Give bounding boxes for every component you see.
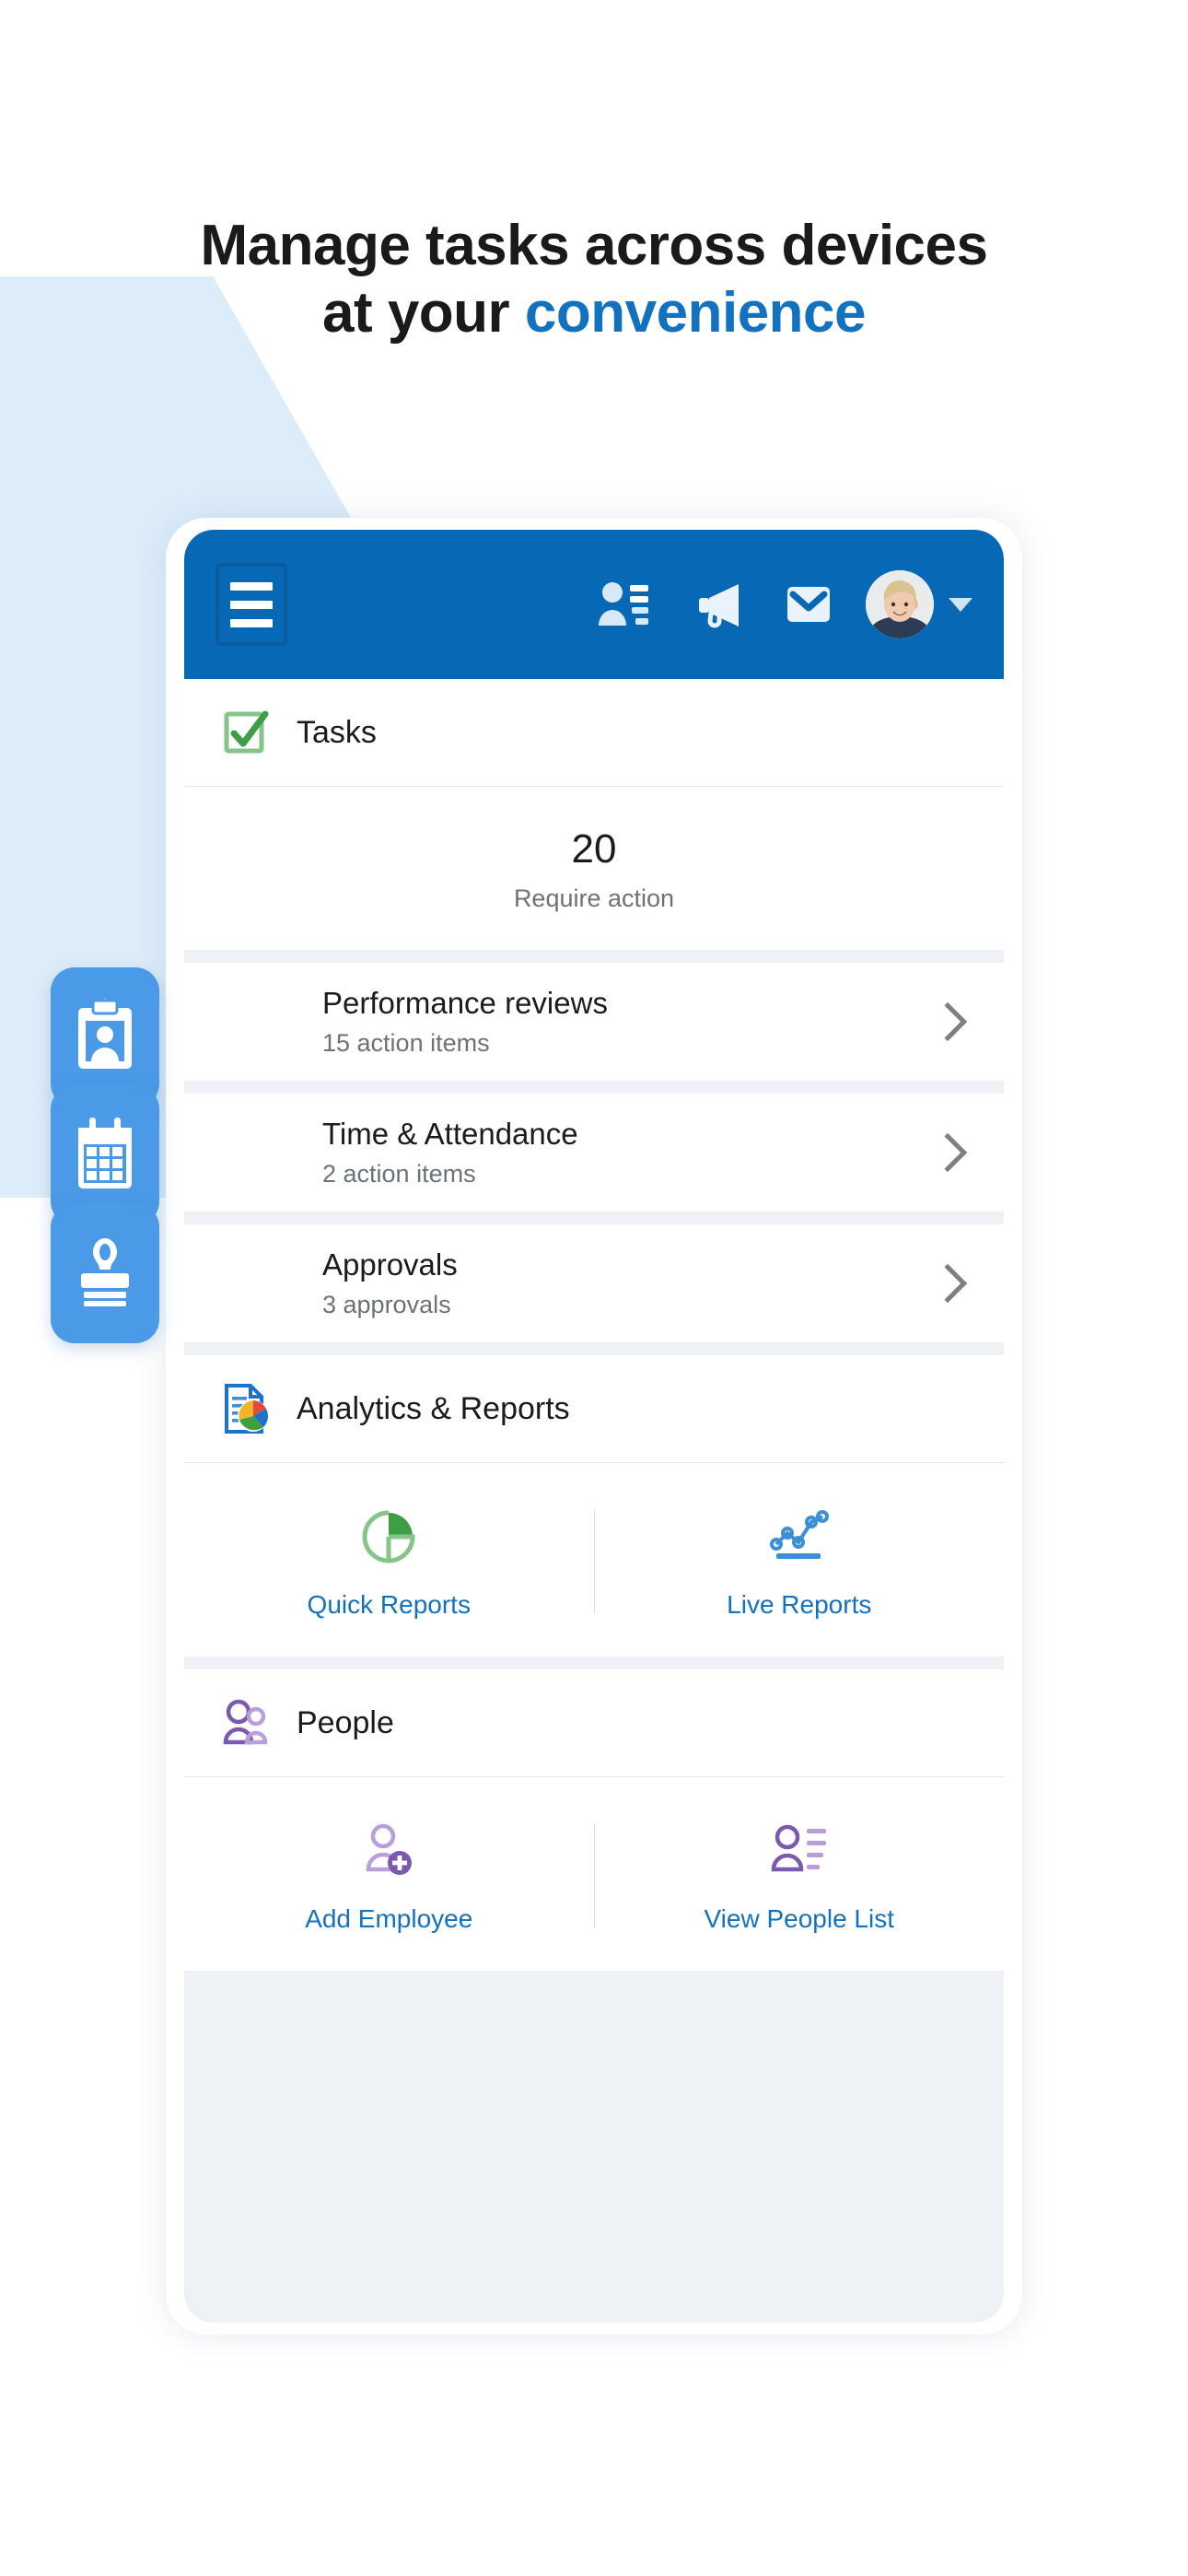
mail-icon[interactable] bbox=[785, 581, 833, 627]
stamp-icon bbox=[71, 1233, 139, 1315]
phone-mockup-frame: Tasks 20 Require action Performance revi… bbox=[166, 518, 1022, 2335]
live-reports-action[interactable]: Live Reports bbox=[595, 1504, 1005, 1620]
phone-screen: Tasks 20 Require action Performance revi… bbox=[184, 530, 1004, 2323]
tasks-card: Tasks 20 Require action bbox=[184, 679, 1004, 950]
action-row-time-attendance[interactable]: Time & Attendance 2 action items bbox=[184, 1094, 1004, 1212]
analytics-actions: Quick Reports Live Reports bbox=[184, 1463, 1004, 1657]
chevron-right-icon[interactable] bbox=[927, 1001, 968, 1042]
quick-reports-label: Quick Reports bbox=[307, 1590, 471, 1619]
headline-line-1: Manage tasks across devices bbox=[200, 214, 988, 277]
report-document-pie-icon bbox=[221, 1383, 273, 1434]
directory-icon[interactable] bbox=[597, 580, 650, 628]
avatar[interactable] bbox=[866, 570, 934, 638]
action-row-performance-reviews[interactable]: Performance reviews 15 action items bbox=[184, 963, 1004, 1081]
view-people-list-label: View People List bbox=[704, 1904, 895, 1933]
people-group-icon bbox=[221, 1697, 273, 1749]
action-row-texts: Performance reviews 15 action items bbox=[322, 986, 934, 1058]
chevron-right-icon[interactable] bbox=[927, 1132, 968, 1173]
tasks-count-block: 20 Require action bbox=[184, 787, 1004, 950]
action-row-title: Time & Attendance bbox=[322, 1117, 578, 1152]
action-row-subtitle: 3 approvals bbox=[322, 1290, 451, 1318]
analytics-card-title: Analytics & Reports bbox=[297, 1390, 570, 1426]
headline-line-2-plain: at your bbox=[321, 281, 525, 345]
tasks-count-value: 20 bbox=[571, 826, 617, 872]
announcements-icon[interactable] bbox=[691, 580, 744, 628]
analytics-reports-card: Analytics & Reports Quick Reports Live R… bbox=[184, 1355, 1004, 1657]
add-employee-label: Add Employee bbox=[305, 1904, 473, 1933]
people-actions: Add Employee View People List bbox=[184, 1777, 1004, 1971]
action-row-texts: Time & Attendance 2 action items bbox=[322, 1117, 934, 1188]
action-row-approvals[interactable]: Approvals 3 approvals bbox=[184, 1224, 1004, 1342]
profile-menu[interactable] bbox=[866, 570, 973, 638]
line-chart-icon bbox=[769, 1504, 830, 1566]
analytics-card-header[interactable]: Analytics & Reports bbox=[184, 1355, 1004, 1463]
tasks-card-header[interactable]: Tasks bbox=[184, 679, 1004, 787]
action-row-texts: Approvals 3 approvals bbox=[322, 1247, 934, 1319]
app-header-bar bbox=[184, 530, 1004, 679]
action-row-subtitle: 15 action items bbox=[322, 1028, 490, 1057]
people-card: People Add Employee View People List bbox=[184, 1669, 1004, 1971]
chevron-down-icon[interactable] bbox=[949, 597, 973, 612]
pie-chart-icon bbox=[359, 1504, 418, 1566]
action-row-title: Approvals bbox=[322, 1247, 458, 1282]
action-row-subtitle: 2 action items bbox=[322, 1159, 476, 1188]
person-list-icon bbox=[770, 1818, 829, 1880]
people-card-header[interactable]: People bbox=[184, 1669, 1004, 1777]
appbar-icon-group bbox=[597, 580, 833, 628]
hamburger-menu-icon[interactable] bbox=[215, 563, 287, 646]
app-content: Tasks 20 Require action Performance revi… bbox=[184, 679, 1004, 2323]
tasks-card-title: Tasks bbox=[297, 714, 377, 750]
calendar-icon bbox=[71, 1115, 139, 1197]
checkbox-checked-icon bbox=[221, 707, 273, 758]
people-card-title: People bbox=[297, 1704, 394, 1740]
tasks-count-caption: Require action bbox=[513, 884, 675, 912]
live-reports-label: Live Reports bbox=[727, 1590, 872, 1619]
page-headline: Manage tasks across devices at your conv… bbox=[0, 212, 1188, 346]
action-row-title: Performance reviews bbox=[322, 986, 608, 1021]
page-root: Manage tasks across devices at your conv… bbox=[0, 0, 1188, 2576]
view-people-list-action[interactable]: View People List bbox=[595, 1818, 1005, 1934]
clipboard-person-icon bbox=[71, 997, 139, 1079]
person-add-icon bbox=[359, 1818, 418, 1880]
headline-line-2-accent: convenience bbox=[524, 281, 867, 345]
quick-reports-action[interactable]: Quick Reports bbox=[184, 1504, 594, 1620]
chevron-right-icon[interactable] bbox=[927, 1263, 968, 1304]
tile-approvals[interactable] bbox=[51, 1203, 159, 1343]
add-employee-action[interactable]: Add Employee bbox=[184, 1818, 594, 1934]
